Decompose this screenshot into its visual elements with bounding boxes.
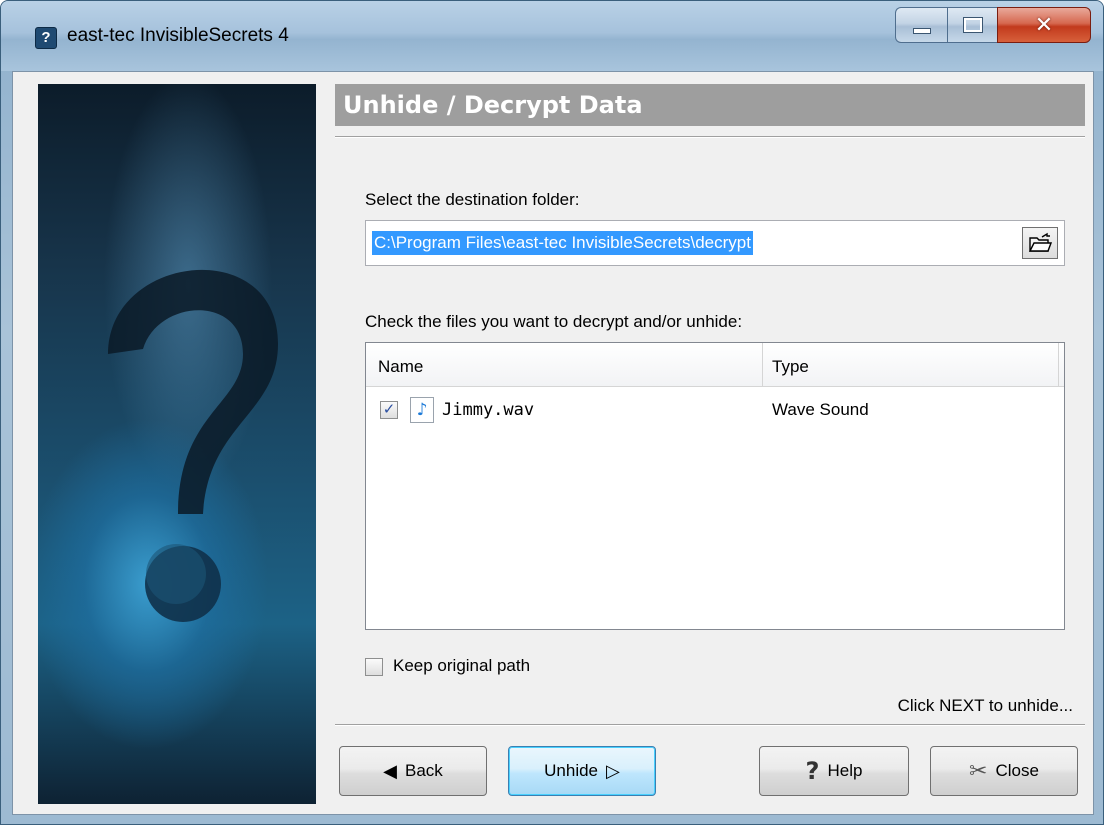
list-header: Name Type xyxy=(366,343,1064,387)
help-icon: ? xyxy=(805,757,820,785)
destination-label: Select the destination folder: xyxy=(365,190,580,209)
column-header-name[interactable]: Name xyxy=(378,357,423,377)
back-arrow-icon: ◀ xyxy=(383,760,398,782)
open-folder-icon xyxy=(1028,232,1052,252)
scissors-close-icon: ✂ xyxy=(969,758,988,784)
list-item[interactable]: ✓ ♪ Jimmy.wav Wave Sound xyxy=(366,393,1064,427)
minimize-button[interactable] xyxy=(895,7,947,43)
question-mark-banner-image xyxy=(38,84,316,804)
column-divider[interactable] xyxy=(1058,343,1059,387)
question-mark-graphic xyxy=(108,269,278,622)
app-window: ? east-tec InvisibleSecrets 4 ✕ Unhide /… xyxy=(0,0,1104,825)
forward-arrow-icon: ▷ xyxy=(606,760,620,782)
footer-divider xyxy=(335,724,1085,726)
window-controls: ✕ xyxy=(895,7,1091,45)
minimize-icon xyxy=(912,28,931,34)
title-bar[interactable]: ? east-tec InvisibleSecrets 4 ✕ xyxy=(1,1,1103,71)
unhide-button-label: Unhide xyxy=(544,761,599,780)
back-button-label: Back xyxy=(405,761,443,780)
files-label: Check the files you want to decrypt and/… xyxy=(365,312,743,331)
unhide-button[interactable]: Unhide ▷ xyxy=(508,746,656,796)
close-icon: ✕ xyxy=(1034,12,1054,38)
page-title: Unhide / Decrypt Data xyxy=(335,84,1085,126)
window-title: east-tec InvisibleSecrets 4 xyxy=(67,25,289,46)
keep-original-path-checkbox[interactable]: ✓ xyxy=(365,658,383,676)
back-button[interactable]: ◀ Back xyxy=(339,746,487,796)
file-type: Wave Sound xyxy=(772,400,869,419)
files-list[interactable]: Name Type ✓ ♪ Jimmy.wav Wave Sound xyxy=(365,342,1065,630)
maximize-icon xyxy=(962,17,983,33)
close-button[interactable]: ✂ Close xyxy=(930,746,1078,796)
file-checkbox[interactable]: ✓ xyxy=(380,401,398,419)
audio-file-icon: ♪ xyxy=(410,397,434,423)
dialog-client: Unhide / Decrypt Data Select the destina… xyxy=(12,71,1094,815)
close-button-label: Close xyxy=(995,761,1039,780)
destination-path-field[interactable]: C:\Program Files\east-tec InvisibleSecre… xyxy=(365,220,1065,266)
help-button-label: Help xyxy=(827,761,863,780)
next-hint: Click NEXT to unhide... xyxy=(897,696,1073,715)
close-window-button[interactable]: ✕ xyxy=(997,7,1091,43)
wizard-pane: Unhide / Decrypt Data Select the destina… xyxy=(335,84,1085,804)
header-divider xyxy=(335,136,1085,138)
maximize-button[interactable] xyxy=(947,7,997,43)
help-button[interactable]: ? Help xyxy=(759,746,909,796)
destination-path-value[interactable]: C:\Program Files\east-tec InvisibleSecre… xyxy=(372,231,753,255)
file-name: Jimmy.wav xyxy=(442,400,535,420)
column-divider[interactable] xyxy=(762,343,763,387)
app-icon[interactable]: ? xyxy=(35,27,57,49)
browse-folder-button[interactable] xyxy=(1022,227,1058,259)
column-header-type[interactable]: Type xyxy=(772,357,809,377)
keep-original-path-label[interactable]: Keep original path xyxy=(393,656,530,676)
